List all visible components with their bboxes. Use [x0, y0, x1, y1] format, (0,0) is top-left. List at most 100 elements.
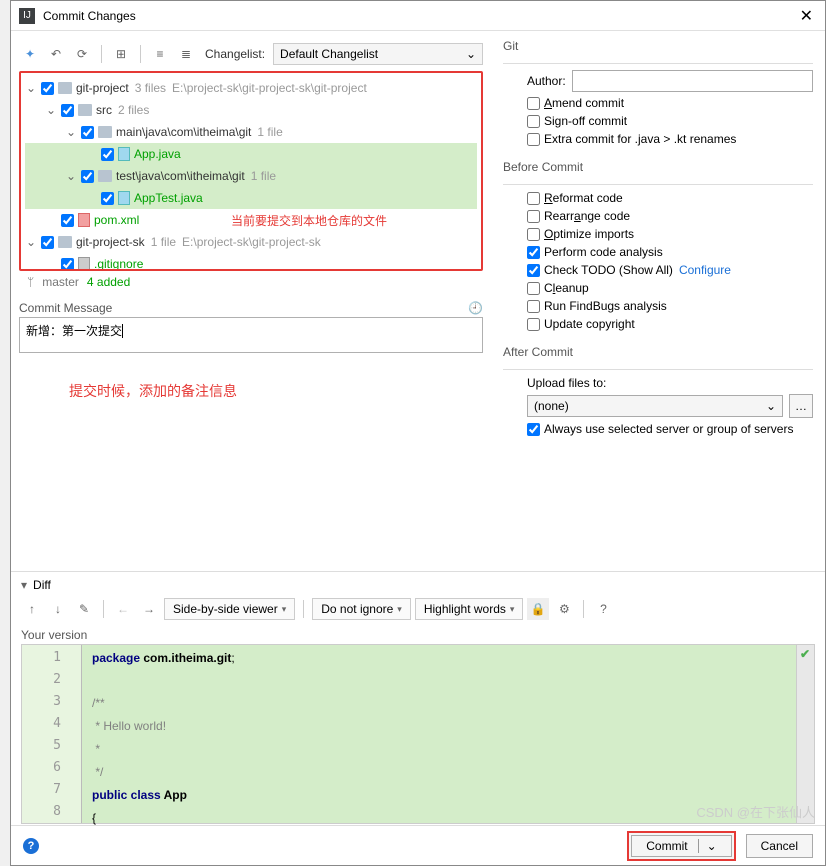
before-commit-title: Before Commit [503, 160, 813, 178]
refresh-icon[interactable]: ⟳ [71, 43, 93, 65]
findbugs-checkbox[interactable]: Run FindBugs analysis [527, 299, 667, 313]
tree-node-label[interactable]: git-project [76, 81, 129, 95]
commit-message-input[interactable]: 新增：第一次提交 [19, 317, 483, 353]
expand-arrow-icon[interactable]: ⌄ [65, 125, 77, 139]
forward-icon[interactable]: → [138, 598, 160, 620]
checkbox[interactable] [41, 236, 54, 249]
bottom-bar: ? Commit ⌄ Cancel [11, 825, 825, 865]
reformat-checkbox[interactable]: Reformat code [527, 191, 623, 205]
tree-node-label[interactable]: test\java\com\itheima\git [116, 169, 245, 183]
file-path: E:\project-sk\git-project-sk [182, 235, 321, 249]
expand-arrow-icon[interactable]: ⌄ [65, 169, 77, 183]
your-version-label: Your version [21, 626, 815, 644]
checkbox[interactable] [61, 258, 74, 271]
close-icon[interactable]: ✕ [796, 6, 817, 26]
tree-file-label[interactable]: AppTest.java [134, 191, 203, 205]
expand-arrow-icon[interactable]: ⌄ [25, 235, 37, 249]
expand-arrow-icon[interactable]: ⌄ [25, 81, 37, 95]
checkbox[interactable] [61, 104, 74, 117]
gitignore-file-icon [78, 257, 90, 271]
app-logo-icon: IJ [19, 8, 35, 24]
tree-file-label[interactable]: .gitignore [94, 257, 143, 271]
upload-server-dropdown[interactable]: (none) ⌄ [527, 395, 783, 417]
cancel-button[interactable]: Cancel [746, 834, 813, 858]
checkbox[interactable] [101, 148, 114, 161]
ignore-dropdown[interactable]: Do not ignore▾ [312, 598, 411, 620]
cleanup-checkbox[interactable]: Cleanup [527, 281, 589, 295]
file-count: 1 file [251, 169, 276, 183]
help-icon[interactable]: ? [592, 598, 614, 620]
changelist-value: Default Changelist [280, 47, 378, 61]
edit-icon[interactable]: ✎ [73, 598, 95, 620]
check-icon: ✔ [800, 647, 810, 661]
author-label: Author: [527, 74, 566, 88]
always-use-checkbox[interactable]: Always use selected server or group of s… [527, 422, 793, 436]
commit-button-highlight: Commit ⌄ [627, 831, 735, 861]
gear-icon[interactable]: ⚙ [553, 598, 575, 620]
checkbox[interactable] [81, 126, 94, 139]
commit-message-label: Commit Message [19, 301, 112, 315]
filter-icon[interactable]: ✦ [19, 43, 41, 65]
tree-node-label[interactable]: main\java\com\itheima\git [116, 125, 251, 139]
copyright-checkbox[interactable]: Update copyright [527, 317, 635, 331]
amend-checkbox[interactable]: AAmend commitmend commit [527, 96, 624, 110]
java-file-icon [118, 191, 130, 205]
todo-checkbox[interactable]: Check TODO (Show All) [527, 263, 673, 277]
browse-button[interactable]: … [789, 394, 813, 418]
added-count: 4 added [87, 275, 130, 289]
changelist-dropdown[interactable]: Default Changelist ⌄ [273, 43, 483, 65]
after-commit-title: After Commit [503, 345, 813, 363]
rearrange-checkbox[interactable]: Rearrange code [527, 209, 630, 223]
analysis-checkbox[interactable]: Perform code analysis [527, 245, 663, 259]
diff-label: Diff [33, 578, 51, 592]
extra-commit-checkbox[interactable]: Extra commit for .java > .kt renames [527, 132, 736, 146]
java-file-icon [118, 147, 130, 161]
upload-value: (none) [534, 399, 569, 413]
group-icon[interactable]: ⊞ [110, 43, 132, 65]
checkbox[interactable] [81, 170, 94, 183]
undo-icon[interactable]: ↶ [45, 43, 67, 65]
upload-label: Upload files to: [527, 376, 606, 390]
folder-icon [98, 126, 112, 138]
highlight-dropdown[interactable]: Highlight words▾ [415, 598, 524, 620]
checkbox[interactable] [61, 214, 74, 227]
file-count: 2 files [118, 103, 149, 117]
configure-link[interactable]: Configure [679, 263, 731, 277]
collapse-arrow-icon[interactable]: ▾ [21, 578, 27, 592]
tree-node-label[interactable]: git-project-sk [76, 235, 145, 249]
expand-icon[interactable]: ≡ [149, 43, 171, 65]
file-count: 3 files [135, 81, 166, 95]
commit-button[interactable]: Commit ⌄ [631, 835, 731, 857]
scrollbar[interactable] [796, 645, 814, 823]
branch-name: master [42, 275, 79, 289]
expand-arrow-icon[interactable]: ⌄ [45, 103, 57, 117]
checkbox[interactable] [41, 82, 54, 95]
next-diff-icon[interactable]: ↓ [47, 598, 69, 620]
lock-icon[interactable]: 🔒 [527, 598, 549, 620]
history-icon[interactable]: 🕘 [468, 301, 483, 315]
optimize-checkbox[interactable]: Optimize imports [527, 227, 634, 241]
prev-diff-icon[interactable]: ↑ [21, 598, 43, 620]
signoff-checkbox[interactable]: Sign-off commit [527, 114, 627, 128]
help-button[interactable]: ? [23, 838, 39, 854]
changelist-label: Changelist: [205, 47, 265, 61]
viewer-mode-dropdown[interactable]: Side-by-side viewer▾ [164, 598, 295, 620]
tree-file-label[interactable]: App.java [134, 147, 181, 161]
chevron-down-icon[interactable]: ⌄ [698, 839, 717, 853]
tree-node-label[interactable]: src [96, 103, 112, 117]
author-input[interactable] [572, 70, 813, 92]
back-icon[interactable]: ← [112, 598, 134, 620]
checkbox[interactable] [101, 192, 114, 205]
watermark: CSDN @在下张仙人 [696, 802, 815, 821]
commit-dialog: IJ Commit Changes ✕ ✦ ↶ ⟳ ⊞ ≡ ≣ Changeli… [10, 0, 826, 866]
annotation-text: 当前要提交到本地仓库的文件 [231, 212, 387, 229]
file-count: 1 file [151, 235, 176, 249]
dialog-title: Commit Changes [43, 9, 796, 23]
tree-file-label[interactable]: pom.xml [94, 213, 139, 227]
code-content[interactable]: package com.itheima.git; /** * Hello wor… [82, 645, 796, 823]
folder-icon [58, 236, 72, 248]
folder-icon [78, 104, 92, 116]
git-section-title: Git [503, 39, 813, 57]
collapse-icon[interactable]: ≣ [175, 43, 197, 65]
chevron-down-icon: ⌄ [766, 399, 776, 413]
